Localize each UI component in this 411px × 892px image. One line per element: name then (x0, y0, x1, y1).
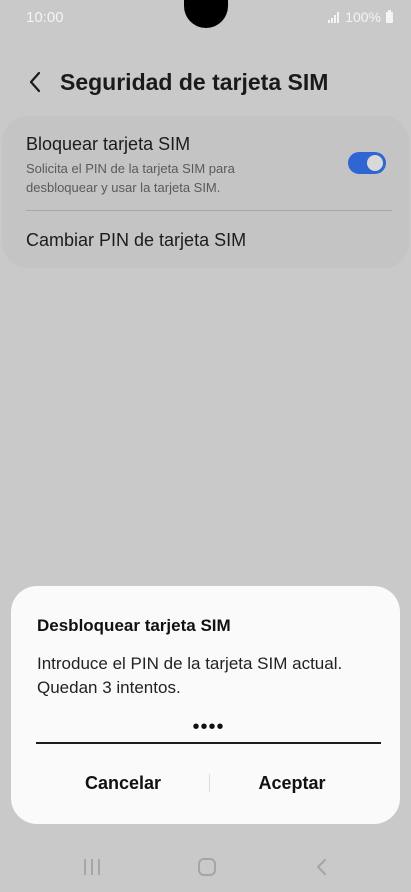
home-icon[interactable] (198, 858, 216, 876)
back-button[interactable] (22, 68, 48, 96)
status-bar: 10:00 100% (0, 0, 411, 34)
divider (26, 210, 392, 211)
dialog-message: Introduce el PIN de la tarjeta SIM actua… (37, 652, 382, 700)
cancel-button[interactable]: Cancelar (38, 762, 208, 804)
app-header: Seguridad de tarjeta SIM (0, 62, 411, 102)
status-time: 10:00 (26, 9, 64, 26)
unlock-sim-dialog: Desbloquear tarjeta SIM Introduce el PIN… (11, 586, 400, 824)
accept-button[interactable]: Aceptar (207, 762, 377, 804)
settings-card: Bloquear tarjeta SIM Solicita el PIN de … (2, 116, 409, 268)
status-indicators: 100% (328, 9, 393, 25)
back-icon[interactable] (314, 857, 330, 877)
lock-sim-subtitle: Solicita el PIN de la tarjeta SIM para d… (26, 159, 366, 197)
lock-sim-title: Bloquear tarjeta SIM (26, 134, 191, 154)
dialog-message-line1: Introduce el PIN de la tarjeta SIM actua… (37, 654, 343, 673)
pin-input[interactable] (36, 712, 381, 744)
chevron-left-icon (29, 71, 41, 93)
battery-icon (386, 9, 393, 23)
navigation-bar (0, 848, 411, 888)
change-pin-row[interactable]: Cambiar PIN de tarjeta SIM (26, 230, 246, 251)
lock-sim-subtitle-line2: desbloquear y usar la tarjeta SIM. (26, 180, 221, 195)
lock-sim-subtitle-line1: Solicita el PIN de la tarjeta SIM para (26, 161, 235, 176)
camera-notch (184, 0, 228, 28)
page-title: Seguridad de tarjeta SIM (60, 69, 329, 95)
lock-sim-toggle[interactable] (348, 152, 386, 174)
toggle-knob (367, 155, 383, 171)
lock-sim-row[interactable]: Bloquear tarjeta SIM Solicita el PIN de … (26, 134, 366, 197)
dialog-message-line2: Quedan 3 intentos. (37, 678, 181, 697)
battery-percent: 100% (345, 9, 381, 25)
dialog-title: Desbloquear tarjeta SIM (37, 616, 231, 635)
signal-icon (328, 11, 340, 23)
recent-apps-icon[interactable] (84, 859, 100, 875)
